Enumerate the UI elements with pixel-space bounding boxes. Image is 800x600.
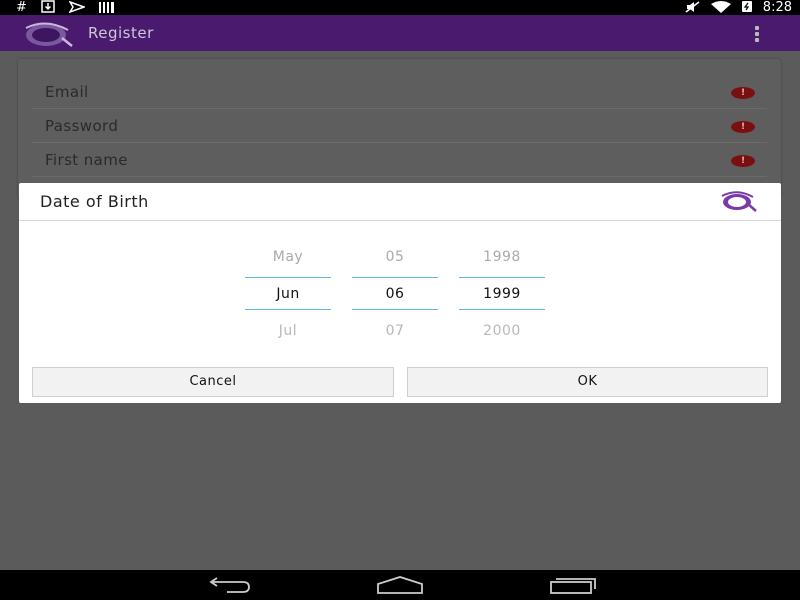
day-current[interactable]: 06 [352, 286, 438, 302]
month-next[interactable]: Jul [245, 323, 331, 339]
picker-divider [459, 309, 545, 310]
month-picker[interactable]: May Jun Jul [245, 241, 331, 341]
password-field[interactable]: Password ! [32, 113, 767, 143]
dialog-title: Date of Birth [40, 192, 149, 211]
status-time: 8:28 [762, 0, 792, 15]
password-field-label: Password [45, 117, 119, 135]
register-form: Email ! Password ! First name ! [18, 59, 781, 199]
error-icon: ! [731, 155, 755, 167]
first-name-field[interactable]: First name ! [32, 147, 767, 177]
navigation-bar [0, 570, 800, 600]
picker-divider [245, 277, 331, 278]
day-picker[interactable]: 05 06 07 [352, 241, 438, 341]
email-field[interactable]: Email ! [32, 79, 767, 109]
error-icon: ! [731, 121, 755, 133]
day-prev[interactable]: 05 [352, 249, 438, 265]
status-bar: # 8:28 [0, 0, 800, 15]
overflow-menu-icon[interactable] [752, 25, 762, 43]
year-current[interactable]: 1999 [459, 286, 545, 302]
ok-button[interactable]: OK [407, 367, 768, 397]
hash-icon: # [16, 0, 27, 15]
email-field-label: Email [45, 83, 89, 101]
cancel-button[interactable]: Cancel [32, 367, 394, 397]
home-icon[interactable] [375, 576, 425, 594]
app-logo-icon [719, 189, 759, 213]
error-icon: ! [731, 87, 755, 99]
recents-icon[interactable] [548, 576, 598, 594]
picker-divider [352, 277, 438, 278]
app-title: Register [88, 24, 154, 42]
app-bar: Register [0, 15, 800, 51]
year-prev[interactable]: 1998 [459, 249, 545, 265]
year-picker[interactable]: 1998 1999 2000 [459, 241, 545, 341]
month-current[interactable]: Jun [245, 286, 331, 302]
month-prev[interactable]: May [245, 249, 331, 265]
picker-divider [352, 309, 438, 310]
year-next[interactable]: 2000 [459, 323, 545, 339]
first-name-field-label: First name [45, 151, 128, 169]
date-of-birth-dialog: Date of Birth May Jun Jul 05 06 07 1998 … [19, 183, 781, 403]
day-next[interactable]: 07 [352, 323, 438, 339]
back-icon[interactable] [205, 576, 255, 594]
app-logo-icon [22, 20, 74, 48]
picker-divider [459, 277, 545, 278]
dialog-header: Date of Birth [19, 183, 781, 221]
picker-divider [245, 309, 331, 310]
